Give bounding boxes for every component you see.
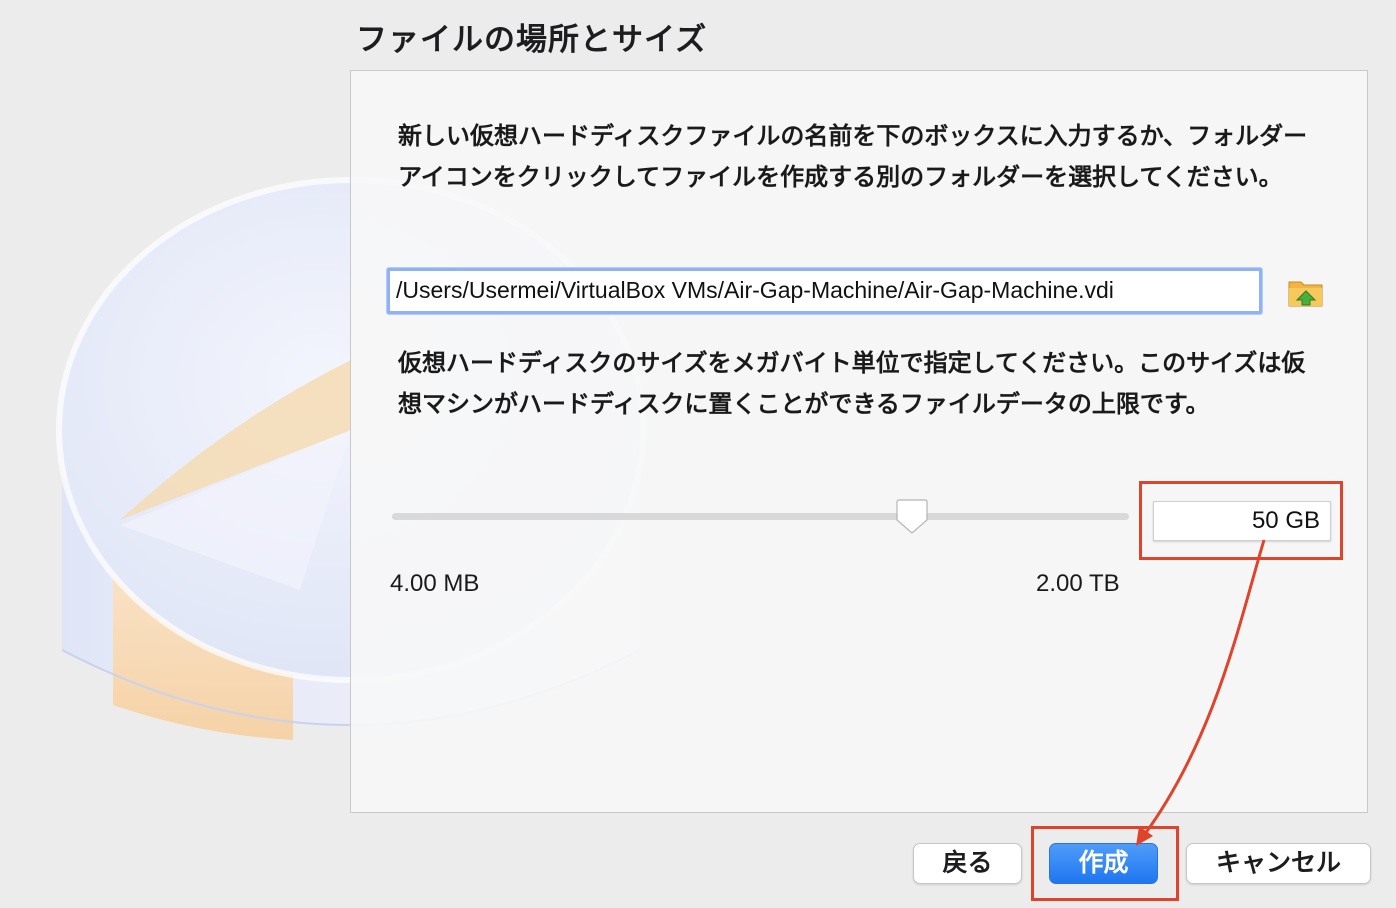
dialog-title: ファイルの場所とサイズ: [356, 22, 708, 58]
file-path-input[interactable]: /Users/Usermei/VirtualBox VMs/Air-Gap-Ma…: [387, 268, 1262, 314]
create-highlight-annotation: [1031, 826, 1179, 901]
size-slider-thumb[interactable]: [893, 498, 931, 536]
size-min-label: 4.00 MB: [390, 570, 480, 597]
size-max-label: 2.00 TB: [1036, 570, 1120, 597]
cancel-button[interactable]: キャンセル: [1186, 843, 1371, 884]
size-highlight-annotation: [1139, 481, 1343, 560]
size-description: 仮想ハードディスクのサイズをメガバイト単位で指定してください。このサイズは仮想マ…: [398, 349, 1306, 418]
folder-icon[interactable]: [1287, 274, 1325, 310]
back-button[interactable]: 戻る: [913, 843, 1022, 884]
location-description: 新しい仮想ハードディスクファイルの名前を下のボックスに入力するか、フォルダーアイ…: [398, 122, 1308, 191]
size-slider-track[interactable]: [392, 513, 1129, 520]
